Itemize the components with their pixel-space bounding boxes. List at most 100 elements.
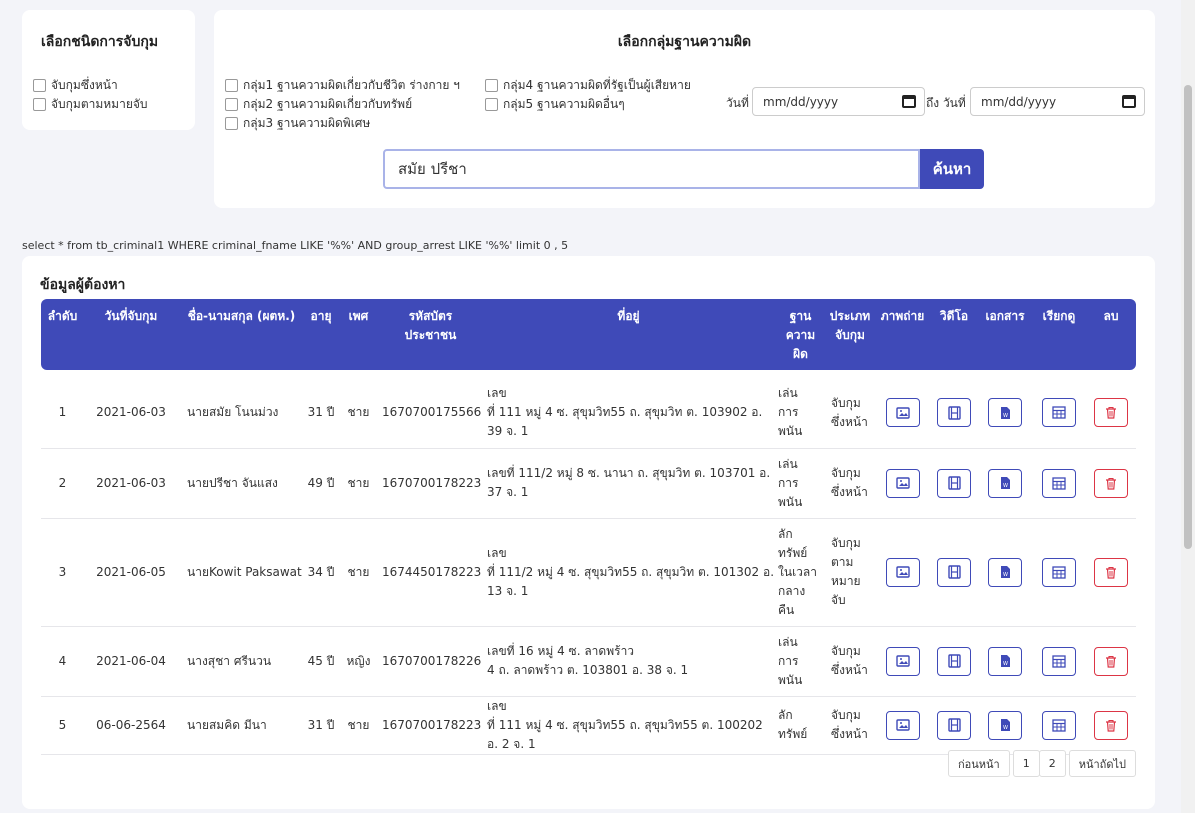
svg-text:W: W	[1003, 725, 1008, 731]
summon-button[interactable]	[1042, 557, 1076, 587]
cell-sex: ชาย	[337, 378, 380, 449]
date-to-input[interactable]: mm/dd/yyyy	[970, 87, 1145, 116]
photo-button[interactable]	[885, 557, 920, 587]
cell-address: เลข ที่ 111 หมู่ 4 ซ. สุขุมวิท55 ถ. สุขุ…	[481, 378, 776, 449]
summon-button[interactable]	[1042, 468, 1076, 498]
pagination-prev[interactable]: ก่อนหน้า	[948, 750, 1010, 777]
image-icon	[895, 407, 910, 419]
cell-video	[930, 448, 978, 519]
document-button[interactable]: W	[988, 398, 1022, 428]
calendar-icon[interactable]	[1122, 95, 1136, 108]
cell-id-card: 1674450178223	[380, 518, 481, 627]
pagination-page-2[interactable]: 2	[1038, 750, 1066, 777]
film-icon	[947, 718, 961, 732]
cell-summon	[1032, 378, 1086, 449]
checkbox[interactable]	[485, 98, 498, 111]
cell-delete	[1086, 378, 1136, 449]
table-icon	[1052, 406, 1066, 419]
checkbox[interactable]	[33, 79, 46, 92]
cell-fault: ลัก ทรัพย์ ในเวลา กลาง คืน	[776, 518, 825, 627]
delete-button[interactable]	[1094, 646, 1128, 676]
table-row: 1 2021-06-03 นายสมัย โนนม่วง 31 ปี ชาย 167070…	[41, 378, 1136, 449]
video-button[interactable]	[937, 468, 971, 498]
checkbox[interactable]	[225, 79, 238, 92]
svg-text:W: W	[1003, 661, 1008, 667]
date-from-input[interactable]: mm/dd/yyyy	[752, 87, 925, 116]
cell-id-card: 1670700178223	[380, 448, 481, 519]
calendar-icon[interactable]	[902, 95, 916, 108]
cell-age: 31 ปี	[305, 378, 337, 449]
document-button[interactable]: W	[988, 468, 1022, 498]
video-button[interactable]	[937, 710, 971, 740]
search-input[interactable]: สมัย ปรีชา	[383, 149, 920, 189]
delete-button[interactable]	[1094, 557, 1128, 587]
header-sex: เพศ	[348, 309, 369, 323]
svg-text:W: W	[1003, 572, 1008, 578]
summon-button[interactable]	[1042, 710, 1076, 740]
fault-group-option-1[interactable]: กลุ่ม1 ฐานความผิดเกี่ยวกับชีวิต ร่างกาย …	[225, 76, 460, 95]
cell-photo	[875, 696, 930, 755]
fault-group-option-4[interactable]: กลุ่ม4 ฐานความผิดที่รัฐเป็นผู้เสียหาย	[485, 76, 691, 95]
cell-age: 45 ปี	[305, 626, 337, 697]
pagination-page-1[interactable]: 1	[1012, 750, 1040, 777]
document-button[interactable]: W	[988, 710, 1022, 740]
checkbox[interactable]	[225, 98, 238, 111]
cell-name: นายปรีชา จันแสง	[178, 448, 305, 519]
suspect-table-panel: ข้อมูลผู้ต้องหา ลำดับ วันที่จับกุม ชื่อ-…	[22, 256, 1155, 809]
document-button[interactable]: W	[988, 557, 1022, 587]
image-icon	[895, 719, 910, 731]
photo-button[interactable]	[885, 398, 920, 428]
delete-button[interactable]	[1094, 710, 1128, 740]
header-address: ที่อยู่	[617, 309, 640, 323]
scrollbar-thumb[interactable]	[1184, 85, 1192, 549]
arrest-type-option-warrant[interactable]: จับกุมตามหมายจับ	[33, 95, 148, 114]
search-button[interactable]: ค้นหา	[920, 149, 984, 189]
checkbox[interactable]	[225, 117, 238, 130]
summon-button[interactable]	[1042, 646, 1076, 676]
word-document-icon: W	[1000, 654, 1011, 668]
cell-fault: เล่น การ พนัน	[776, 626, 825, 697]
delete-button[interactable]	[1094, 468, 1128, 498]
cell-no: 5	[41, 696, 84, 755]
table-icon	[1052, 565, 1066, 579]
film-icon	[947, 565, 961, 579]
cell-sex: ชาย	[337, 696, 380, 755]
trash-icon	[1105, 477, 1117, 490]
arrest-type-option-caught-in-act[interactable]: จับกุมซึ่งหน้า	[33, 76, 118, 95]
cell-address: เลข ที่ 111/2 หมู่ 4 ซ. สุขุมวิท55 ถ. สุ…	[481, 518, 776, 627]
summon-button[interactable]	[1042, 398, 1076, 428]
fault-group-option-3[interactable]: กลุ่ม3 ฐานความผิดพิเศษ	[225, 114, 370, 133]
cell-fault: เล่น การ พนัน	[776, 448, 825, 519]
fault-group-option-2[interactable]: กลุ่ม2 ฐานความผิดเกี่ยวกับทรัพย์	[225, 95, 412, 114]
document-button[interactable]: W	[988, 646, 1022, 676]
video-button[interactable]	[937, 646, 971, 676]
fault-group-option-5[interactable]: กลุ่ม5 ฐานความผิดอื่นๆ	[485, 95, 625, 114]
image-icon	[895, 655, 910, 667]
photo-button[interactable]	[885, 646, 920, 676]
photo-button[interactable]	[885, 468, 920, 498]
checkbox[interactable]	[485, 79, 498, 92]
pagination-next[interactable]: หน้าถัดไป	[1068, 750, 1136, 777]
cell-document: W	[978, 626, 1032, 697]
delete-button[interactable]	[1094, 398, 1128, 428]
table-icon	[1052, 476, 1066, 490]
header-date: วันที่จับกุม	[104, 309, 158, 323]
video-button[interactable]	[937, 557, 971, 587]
cell-arrest-type: จับกุม ซึ่งหน้า	[825, 696, 875, 755]
cell-summon	[1032, 448, 1086, 519]
cell-photo	[875, 626, 930, 697]
header-id-card: รหัสบัตรประชาชน	[404, 309, 457, 342]
checkbox[interactable]	[33, 98, 46, 111]
photo-button[interactable]	[885, 710, 920, 740]
header-document: เอกสาร	[985, 309, 1025, 323]
cell-address: เลขที่ 111/2 หมู่ 8 ซ. นานา ถ. สุขุมวิท …	[481, 448, 776, 519]
cell-document: W	[978, 518, 1032, 627]
cell-fault: ลัก ทรัพย์	[776, 696, 825, 755]
vertical-scrollbar[interactable]	[1181, 0, 1195, 813]
cell-name: นายสมัย โนนม่วง	[178, 378, 305, 449]
cell-delete	[1086, 518, 1136, 627]
cell-document: W	[978, 378, 1032, 449]
cell-video	[930, 626, 978, 697]
video-button[interactable]	[937, 398, 971, 428]
cell-date: 2021-06-05	[84, 518, 178, 627]
